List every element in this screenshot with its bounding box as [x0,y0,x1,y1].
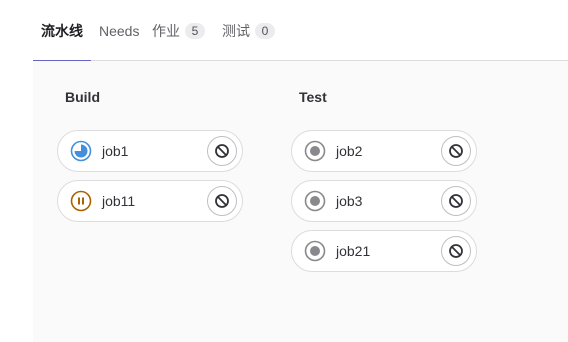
job-card-job1[interactable]: job1 [57,130,243,172]
job-card-job21[interactable]: job21 [291,230,477,272]
job-name: job21 [336,243,371,259]
tab-needs-label: Needs [99,22,140,39]
status-running-icon [70,140,92,162]
cancel-icon[interactable] [207,186,237,216]
tab-pipeline[interactable]: 流水线 [33,0,91,62]
tests-count-badge: 0 [255,22,275,39]
tab-tests-label: 测试 [222,22,250,39]
tab-pipeline-label: 流水线 [41,22,83,39]
pipeline-tabs: 流水线 Needs 作业 5 测试 0 [33,0,568,62]
pipeline-graph: Build Test job1 job11 job2 job3 job21 [33,61,568,342]
status-paused-icon [70,190,92,212]
cancel-icon[interactable] [441,136,471,166]
job-name: job1 [102,143,129,159]
job-card-job3[interactable]: job3 [291,180,477,222]
status-created-icon [304,190,326,212]
job-name: job2 [336,143,363,159]
job-card-job11[interactable]: job11 [57,180,243,222]
job-name: job3 [336,193,363,209]
tab-jobs[interactable]: 作业 5 [152,0,205,61]
jobs-count-badge: 5 [185,22,205,39]
tab-tests[interactable]: 测试 0 [222,0,275,61]
cancel-icon[interactable] [207,136,237,166]
status-created-icon [304,240,326,262]
cancel-icon[interactable] [441,186,471,216]
job-card-job2[interactable]: job2 [291,130,477,172]
job-name: job11 [102,193,136,209]
tab-needs[interactable]: Needs [99,0,139,61]
tab-jobs-label: 作业 [152,22,180,39]
stage-title-test: Test [299,89,327,105]
stage-title-build: Build [65,89,100,105]
status-created-icon [304,140,326,162]
cancel-icon[interactable] [441,236,471,266]
